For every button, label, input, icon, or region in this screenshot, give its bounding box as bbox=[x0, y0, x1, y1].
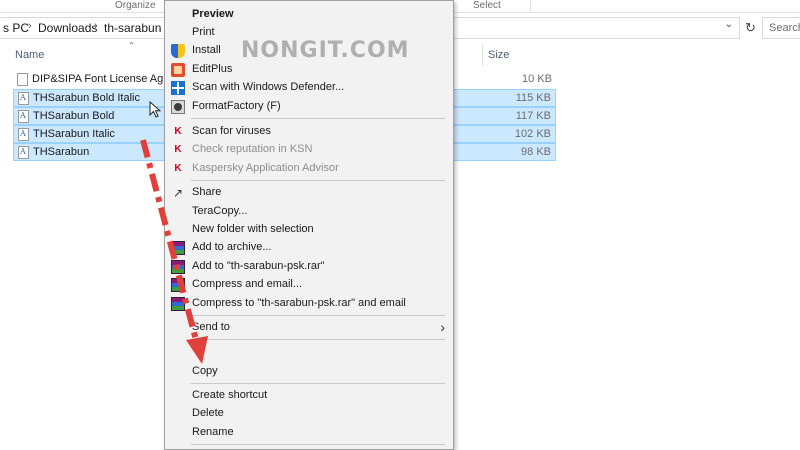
menu-item-create-shortcut[interactable]: Create shortcut bbox=[165, 387, 453, 405]
file-size: 10 KB bbox=[522, 73, 552, 85]
column-header-name[interactable]: Name bbox=[15, 49, 44, 61]
share-icon: ↗ bbox=[172, 186, 184, 200]
menu-item-label: EditPlus bbox=[192, 63, 233, 75]
menu-separator bbox=[191, 339, 445, 340]
context-menu: Preview Print Install EditPlus Scan with… bbox=[164, 0, 454, 450]
chevron-right-icon: › bbox=[440, 319, 445, 335]
menu-item-label: Print bbox=[192, 26, 215, 38]
menu-item-new-folder-selection[interactable]: New folder with selection bbox=[165, 221, 453, 239]
font-file-icon bbox=[18, 146, 29, 159]
winrar-icon bbox=[171, 297, 185, 311]
menu-item-kaspersky-advisor[interactable]: K Kaspersky Application Advisor bbox=[165, 160, 453, 178]
breadcrumb-this-pc[interactable]: s PC bbox=[3, 21, 29, 35]
ribbon-divider bbox=[530, 0, 531, 13]
file-size: 98 KB bbox=[521, 146, 551, 158]
menu-separator bbox=[191, 180, 445, 181]
menu-item-compress-rar-email[interactable]: Compress to "th-sarabun-psk.rar" and ema… bbox=[165, 295, 453, 313]
kaspersky-icon: K bbox=[174, 144, 182, 155]
menu-item-label: New folder with selection bbox=[192, 223, 314, 235]
winrar-icon bbox=[171, 278, 185, 292]
editplus-icon bbox=[171, 63, 185, 77]
mouse-cursor-icon bbox=[149, 101, 162, 118]
kaspersky-icon: K bbox=[174, 163, 182, 174]
menu-item-rename[interactable]: Rename bbox=[165, 424, 453, 442]
document-icon bbox=[17, 73, 28, 86]
winrar-icon bbox=[171, 241, 185, 255]
font-file-icon bbox=[18, 110, 29, 123]
chevron-down-icon[interactable]: ⌄ bbox=[725, 19, 733, 30]
menu-item-label: Add to archive... bbox=[192, 241, 272, 253]
menu-item-label: Send to bbox=[192, 321, 230, 333]
menu-item-copy[interactable]: Copy bbox=[165, 363, 453, 381]
menu-item-label: Share bbox=[192, 186, 222, 198]
file-size: 102 KB bbox=[514, 128, 551, 140]
menu-separator bbox=[191, 383, 445, 384]
menu-item-send-to[interactable]: Send to › bbox=[165, 319, 453, 337]
menu-item-scan-defender[interactable]: Scan with Windows Defender... bbox=[165, 79, 453, 97]
menu-separator bbox=[191, 444, 445, 445]
file-name: THSarabun Bold Italic bbox=[33, 92, 140, 104]
font-file-icon bbox=[18, 92, 29, 105]
menu-item-label: Check reputation in KSN bbox=[192, 143, 313, 155]
sort-ascending-icon[interactable]: ⌃ bbox=[128, 41, 135, 50]
column-divider[interactable] bbox=[482, 44, 483, 66]
kaspersky-icon: K bbox=[174, 126, 182, 137]
menu-item-label: Add to "th-sarabun-psk.rar" bbox=[192, 260, 325, 272]
windows-defender-icon bbox=[171, 81, 185, 95]
ribbon-group-select: Select bbox=[473, 0, 501, 11]
menu-item-add-archive[interactable]: Add to archive... bbox=[165, 239, 453, 257]
file-size: 115 KB bbox=[515, 92, 551, 104]
breadcrumb-separator-icon[interactable]: › bbox=[94, 20, 98, 32]
menu-separator bbox=[191, 315, 445, 316]
menu-item-label: Scan with Windows Defender... bbox=[192, 81, 345, 93]
menu-item-label: Rename bbox=[192, 426, 234, 438]
winrar-icon bbox=[171, 260, 185, 274]
menu-item-label: TeraCopy... bbox=[192, 205, 248, 217]
file-name: THSarabun Italic bbox=[33, 128, 115, 140]
menu-item-delete[interactable]: Delete bbox=[165, 405, 453, 423]
breadcrumb-th-sarabun[interactable]: th-sarabun bbox=[104, 21, 161, 35]
column-header-size[interactable]: Size bbox=[488, 49, 509, 61]
menu-item-add-rar[interactable]: Add to "th-sarabun-psk.rar" bbox=[165, 258, 453, 276]
menu-item-label: Scan for viruses bbox=[192, 125, 271, 137]
menu-item-formatfactory[interactable]: FormatFactory (F) bbox=[165, 98, 453, 116]
menu-item-label: Create shortcut bbox=[192, 389, 268, 401]
menu-item-label: FormatFactory (F) bbox=[192, 100, 281, 112]
menu-item-teracopy[interactable]: TeraCopy... bbox=[165, 203, 453, 221]
menu-item-label: Compress and email... bbox=[192, 278, 303, 290]
file-name: THSarabun Bold bbox=[33, 110, 115, 122]
file-size: 117 KB bbox=[515, 110, 551, 122]
menu-item-scan-viruses[interactable]: K Scan for viruses bbox=[165, 123, 453, 141]
font-file-icon bbox=[18, 128, 29, 141]
breadcrumb-separator-icon[interactable]: › bbox=[28, 20, 32, 32]
menu-separator bbox=[191, 118, 445, 119]
menu-item-preview[interactable]: Preview bbox=[165, 6, 453, 24]
menu-item-compress-email[interactable]: Compress and email... bbox=[165, 276, 453, 294]
menu-item-label: Compress to "th-sarabun-psk.rar" and ema… bbox=[192, 297, 406, 309]
menu-item-check-ksn[interactable]: K Check reputation in KSN bbox=[165, 141, 453, 159]
menu-item-label: Preview bbox=[192, 8, 234, 20]
breadcrumb-downloads[interactable]: Downloads bbox=[38, 21, 97, 35]
search-placeholder: Search bbox=[769, 22, 800, 34]
formatfactory-icon bbox=[171, 100, 185, 114]
uac-shield-icon bbox=[171, 44, 185, 58]
search-input[interactable]: Search bbox=[762, 17, 800, 39]
menu-item-share[interactable]: ↗ Share bbox=[165, 184, 453, 202]
file-name: THSarabun bbox=[33, 146, 90, 158]
refresh-icon[interactable]: ↻ bbox=[742, 17, 759, 39]
menu-item-editplus[interactable]: EditPlus bbox=[165, 61, 453, 79]
ribbon-group-organize: Organize bbox=[115, 0, 156, 11]
watermark: NONGIT.COM bbox=[241, 38, 410, 63]
menu-item-label: Install bbox=[192, 44, 221, 56]
menu-item-label: Copy bbox=[192, 365, 218, 377]
menu-item-label: Kaspersky Application Advisor bbox=[192, 162, 339, 174]
menu-item-label: Delete bbox=[192, 407, 224, 419]
